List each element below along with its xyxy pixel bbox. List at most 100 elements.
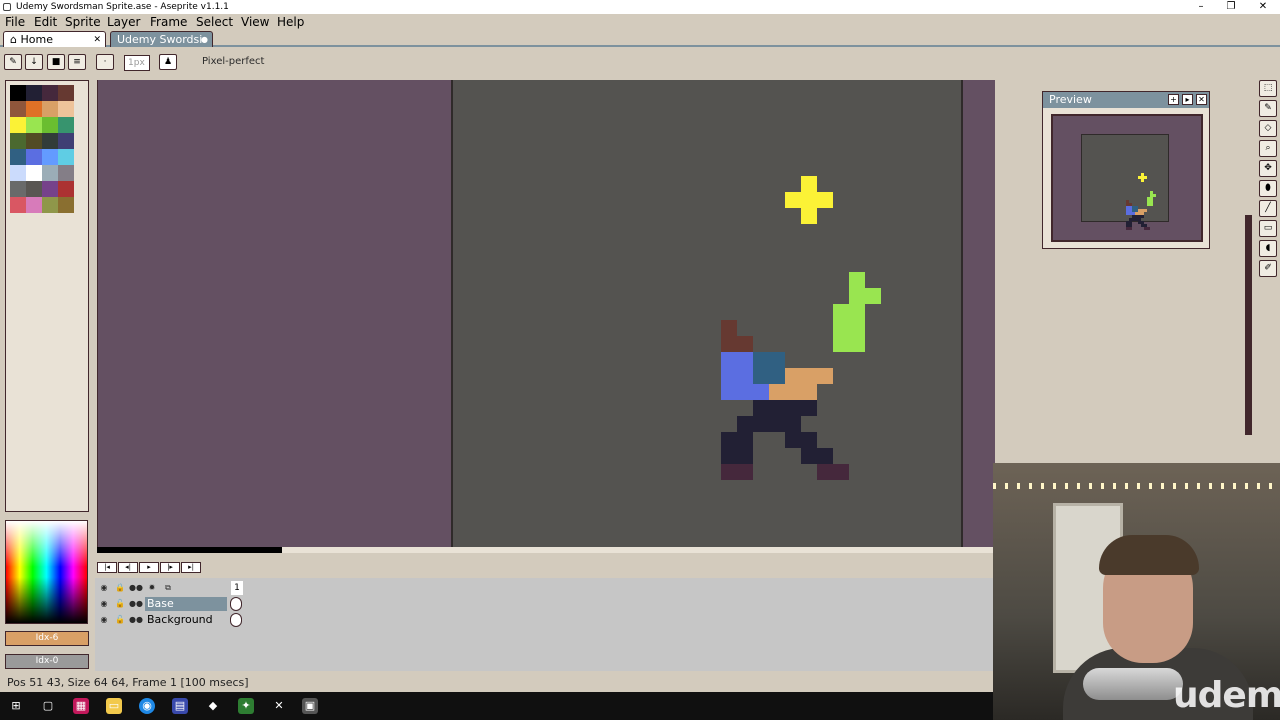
store-icon[interactable]: ▦ <box>73 698 89 714</box>
background-color[interactable]: Idx-0 <box>5 654 89 669</box>
brush-square-icon[interactable]: ■ <box>47 54 65 70</box>
lock-icon[interactable]: 🔒 <box>113 581 127 595</box>
palette-swatch[interactable] <box>42 85 58 101</box>
palette-swatch[interactable] <box>58 133 74 149</box>
smudge-icon[interactable]: ✐ <box>1259 260 1277 277</box>
palette-swatch[interactable] <box>26 197 42 213</box>
palette-swatch[interactable] <box>10 181 26 197</box>
palette-swatch[interactable] <box>10 101 26 117</box>
minimize-button[interactable]: – <box>1186 0 1216 14</box>
app-icon-green[interactable]: ✦ <box>238 698 254 714</box>
palette-swatch[interactable] <box>10 197 26 213</box>
brush-options-icon[interactable]: ≡ <box>68 54 86 70</box>
palette-swatch[interactable] <box>42 165 58 181</box>
fill-icon[interactable]: ⬮ <box>1259 180 1277 197</box>
close-button[interactable]: ✕ <box>1248 0 1278 14</box>
eraser-icon[interactable]: ◇ <box>1259 120 1277 137</box>
brush-type-icon[interactable]: · <box>96 54 114 70</box>
palette-swatch[interactable] <box>58 197 74 213</box>
preview-play-icon[interactable]: ▸ <box>1182 94 1193 105</box>
pixel-perfect-toggle[interactable]: Pixel-perfect <box>202 56 264 67</box>
palette-swatch[interactable] <box>26 117 42 133</box>
palette-swatch[interactable] <box>42 117 58 133</box>
palette-swatch[interactable] <box>26 85 42 101</box>
palette-swatch[interactable] <box>42 181 58 197</box>
palette-swatch[interactable] <box>10 165 26 181</box>
onion-skin-icon[interactable]: ✹ <box>145 581 159 595</box>
menu-file[interactable]: File <box>5 14 25 30</box>
sprite-editor[interactable] <box>97 80 995 547</box>
continuous-icon[interactable]: ●● <box>129 581 143 595</box>
zoom-icon[interactable]: ⌕ <box>1259 140 1277 157</box>
palette-swatch[interactable] <box>42 101 58 117</box>
vertical-scrollbar[interactable] <box>1245 215 1252 435</box>
palette-swatch[interactable] <box>26 149 42 165</box>
menu-help[interactable]: Help <box>277 14 304 30</box>
palette-swatch[interactable] <box>58 85 74 101</box>
tab-document[interactable]: Udemy Swordsi ● <box>110 31 213 47</box>
palette-swatch[interactable] <box>42 149 58 165</box>
lock-icon[interactable]: 🔓 <box>113 613 127 627</box>
ink-icon[interactable]: ♟ <box>159 54 177 70</box>
last-frame-icon[interactable]: ▸| <box>181 562 201 573</box>
layer-link-icon[interactable]: ⧉ <box>161 581 175 595</box>
menu-frame[interactable]: Frame <box>150 14 187 30</box>
layer-name[interactable]: Base <box>145 597 227 611</box>
foreground-color[interactable]: Idx-6 <box>5 631 89 646</box>
layer-cel[interactable] <box>230 613 242 627</box>
palette-swatch[interactable] <box>10 133 26 149</box>
palette-swatch[interactable] <box>58 117 74 133</box>
pencil-mode-icon[interactable]: ✎ <box>4 54 22 70</box>
layer-cel[interactable] <box>230 597 242 611</box>
sprite-canvas[interactable] <box>451 80 963 547</box>
chrome-icon[interactable]: ◉ <box>139 698 155 714</box>
eye-icon[interactable]: ◉ <box>97 613 111 627</box>
preview-center-icon[interactable]: + <box>1168 94 1179 105</box>
palette-swatch[interactable] <box>10 149 26 165</box>
menu-select[interactable]: Select <box>196 14 233 30</box>
continuous-icon[interactable]: ●● <box>129 613 143 627</box>
prev-frame-icon[interactable]: ◂| <box>118 562 138 573</box>
line-icon[interactable]: ╱ <box>1259 200 1277 217</box>
restore-button[interactable]: ❐ <box>1216 0 1246 14</box>
next-frame-icon[interactable]: |▸ <box>160 562 180 573</box>
rectangle-icon[interactable]: ▭ <box>1259 220 1277 237</box>
palette-swatch[interactable] <box>26 165 42 181</box>
layer-row-base[interactable]: ◉ 🔓 ●● Base <box>95 596 245 612</box>
menu-sprite[interactable]: Sprite <box>65 14 101 30</box>
palette-swatch[interactable] <box>42 133 58 149</box>
layer-row-background[interactable]: ◉ 🔓 ●● Background <box>95 612 245 628</box>
palette-swatch[interactable] <box>42 197 58 213</box>
palette-swatch[interactable] <box>58 149 74 165</box>
eye-icon[interactable]: ◉ <box>97 597 111 611</box>
menu-edit[interactable]: Edit <box>34 14 57 30</box>
layer-name[interactable]: Background <box>145 613 227 627</box>
windows-start-icon[interactable]: ⊞ <box>8 698 24 714</box>
visibility-icon[interactable]: ◉ <box>97 581 111 595</box>
first-frame-icon[interactable]: |◂ <box>97 562 117 573</box>
marquee-icon[interactable]: ⬚ <box>1259 80 1277 97</box>
palette-swatch[interactable] <box>58 181 74 197</box>
palette-swatch[interactable] <box>10 85 26 101</box>
scrollbar-thumb[interactable] <box>97 547 282 553</box>
unity-icon[interactable]: ◆ <box>205 698 221 714</box>
tab-home[interactable]: ⌂ Home ✕ <box>3 31 106 47</box>
color-spectrum[interactable] <box>5 520 88 624</box>
palette-swatch[interactable] <box>26 133 42 149</box>
brush-down-icon[interactable]: ↓ <box>25 54 43 70</box>
document-icon[interactable]: ▤ <box>172 698 188 714</box>
preview-close-icon[interactable]: ✕ <box>1196 94 1207 105</box>
app-icon-sword[interactable]: ✕ <box>271 698 287 714</box>
palette-swatch[interactable] <box>58 165 74 181</box>
move-icon[interactable]: ✥ <box>1259 160 1277 177</box>
tab-close-icon[interactable]: ✕ <box>93 32 101 48</box>
palette-swatch[interactable] <box>26 181 42 197</box>
pencil-icon[interactable]: ✎ <box>1259 100 1277 117</box>
brush-size-input[interactable]: 1px <box>124 55 150 71</box>
palette-swatch[interactable] <box>26 101 42 117</box>
aseprite-taskbar-icon[interactable]: ▣ <box>302 698 318 714</box>
continuous-icon[interactable]: ●● <box>129 597 143 611</box>
play-icon[interactable]: ▸ <box>139 562 159 573</box>
horizontal-scrollbar[interactable] <box>97 547 995 553</box>
frame-number[interactable]: 1 <box>231 581 243 595</box>
